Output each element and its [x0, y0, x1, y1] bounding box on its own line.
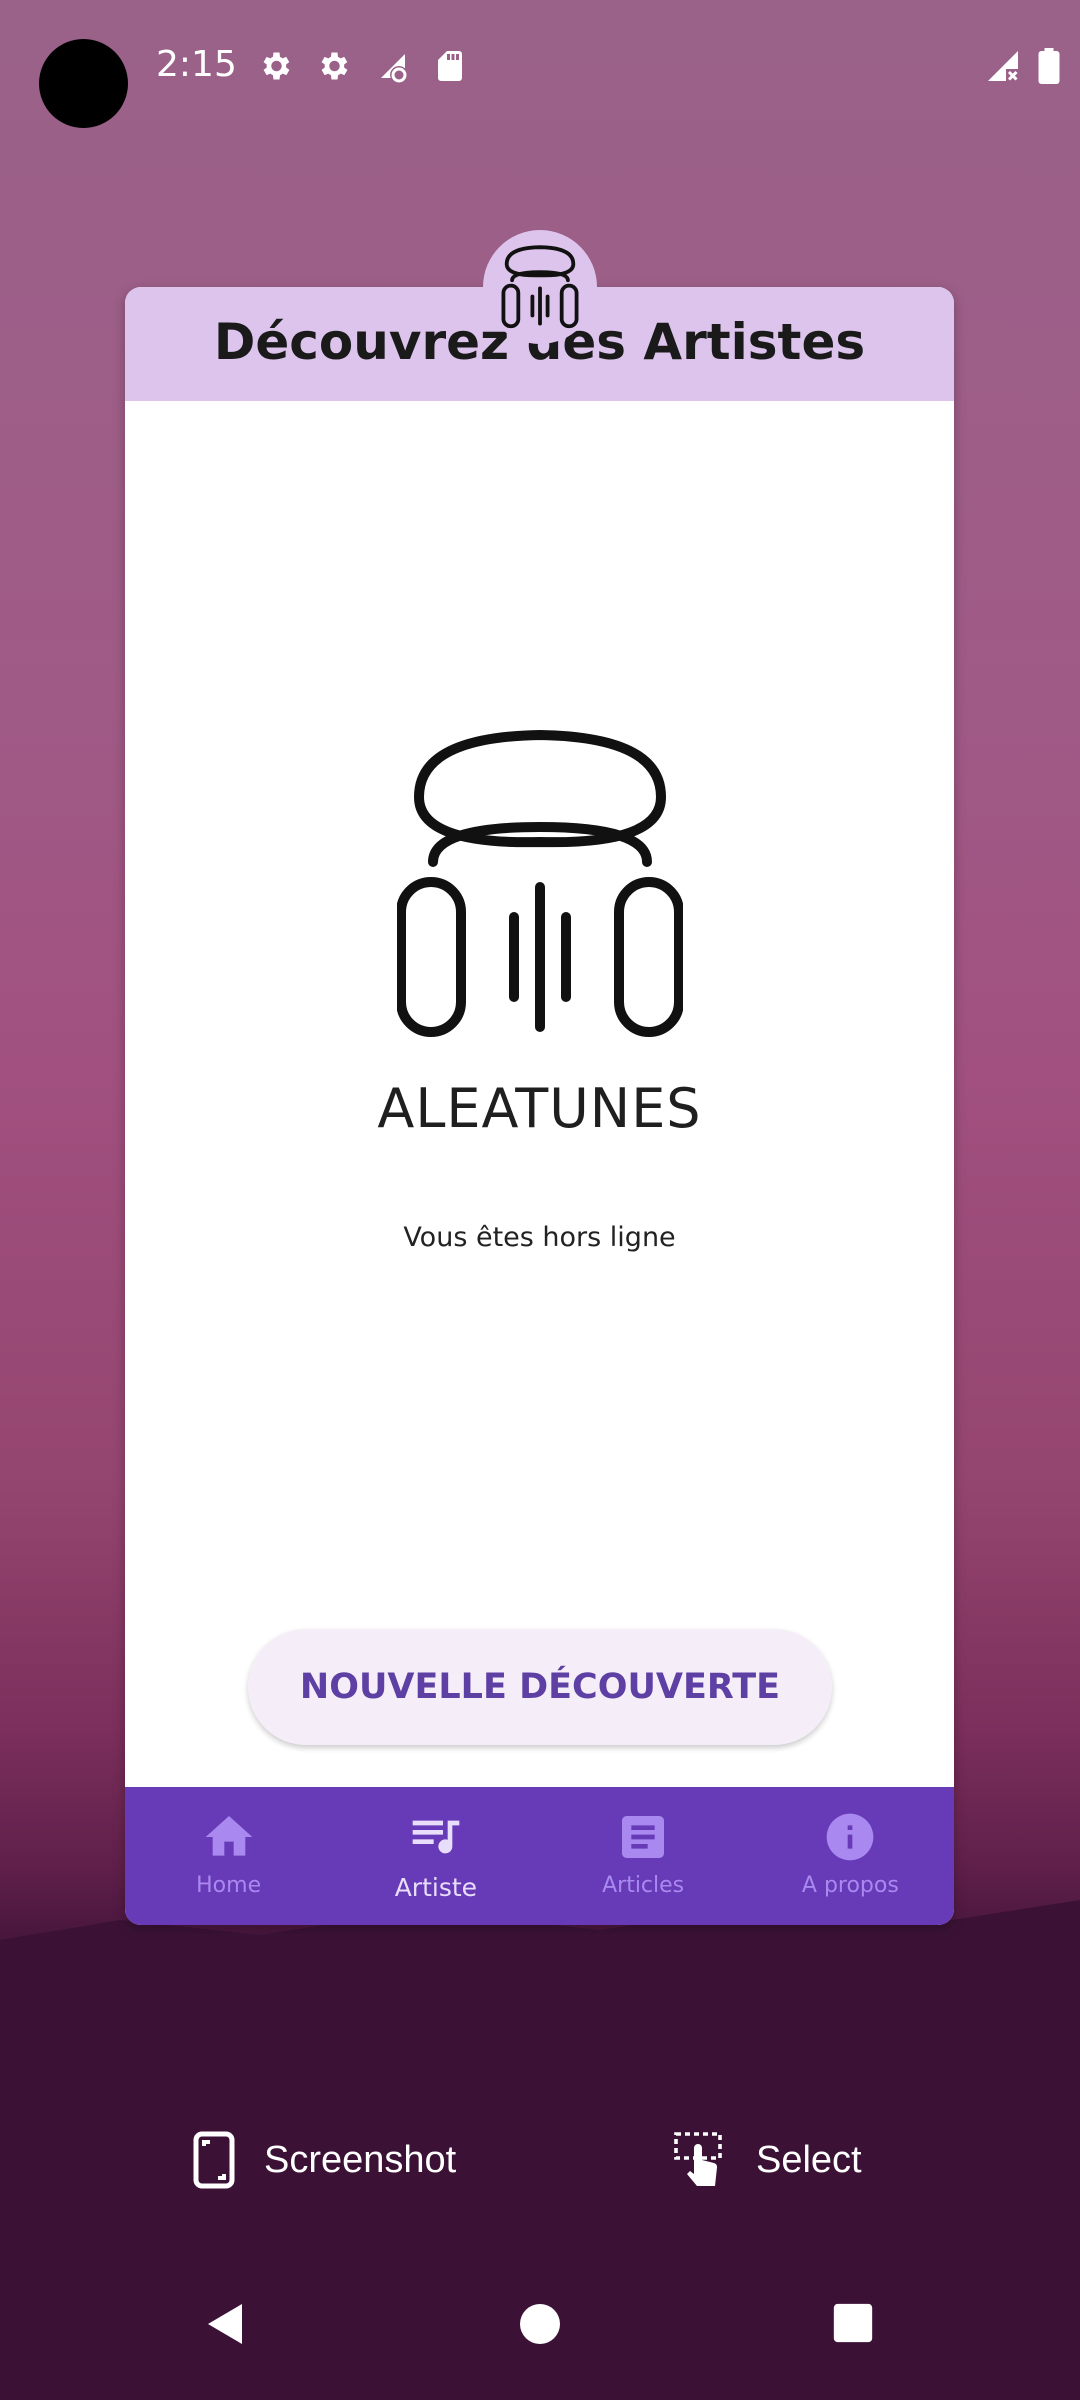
headphones-logo-icon	[397, 730, 683, 1037]
home-button[interactable]	[516, 2300, 564, 2348]
nav-label-a-propos: A propos	[801, 1873, 899, 1898]
screenshot-icon	[193, 2131, 235, 2189]
settings-icon	[321, 52, 348, 80]
recents-button[interactable]	[830, 2300, 876, 2346]
bottom-navigation: Home Artiste Articles A propos	[125, 1787, 954, 1925]
select-action[interactable]: Select	[672, 2130, 862, 2190]
status-time: 2:15	[156, 44, 237, 85]
playlist-music-icon	[412, 1820, 460, 1854]
offline-status-text: Vous êtes hors ligne	[403, 1222, 676, 1253]
nav-item-articles[interactable]: Articles	[540, 1787, 747, 1925]
settings-icon	[263, 52, 290, 80]
wifi-settings-icon	[381, 54, 407, 83]
artist-card: Découvrez des Artistes ALEATUNES Vous êt…	[125, 287, 954, 1925]
headphones-logo-icon	[501, 245, 579, 329]
select-touch-icon	[674, 2132, 722, 2186]
nav-label-articles: Articles	[602, 1873, 685, 1898]
app-brand-name: ALEATUNES	[377, 1077, 702, 1140]
battery-icon	[1038, 48, 1060, 84]
nav-label-artiste: Artiste	[394, 1873, 478, 1902]
info-icon	[827, 1813, 874, 1861]
status-bar: 2:15	[0, 0, 1080, 140]
select-label: Select	[756, 2138, 862, 2181]
nav-label-home: Home	[196, 1873, 262, 1898]
article-icon	[622, 1816, 665, 1858]
sd-card-icon	[438, 51, 462, 81]
nav-item-a-propos[interactable]: A propos	[747, 1787, 954, 1925]
no-signal-icon	[988, 51, 1018, 81]
camera-cutout	[39, 39, 128, 128]
home-icon	[205, 1816, 252, 1856]
back-button[interactable]	[202, 2300, 250, 2348]
screenshot-label: Screenshot	[264, 2138, 457, 2181]
screenshot-action[interactable]: Screenshot	[192, 2130, 456, 2190]
new-discovery-button[interactable]: NOUVELLE DÉCOUVERTE	[248, 1629, 832, 1745]
app-logo-badge	[483, 230, 597, 344]
nav-item-artiste[interactable]: Artiste	[332, 1787, 539, 1925]
nav-item-home[interactable]: Home	[125, 1787, 332, 1925]
